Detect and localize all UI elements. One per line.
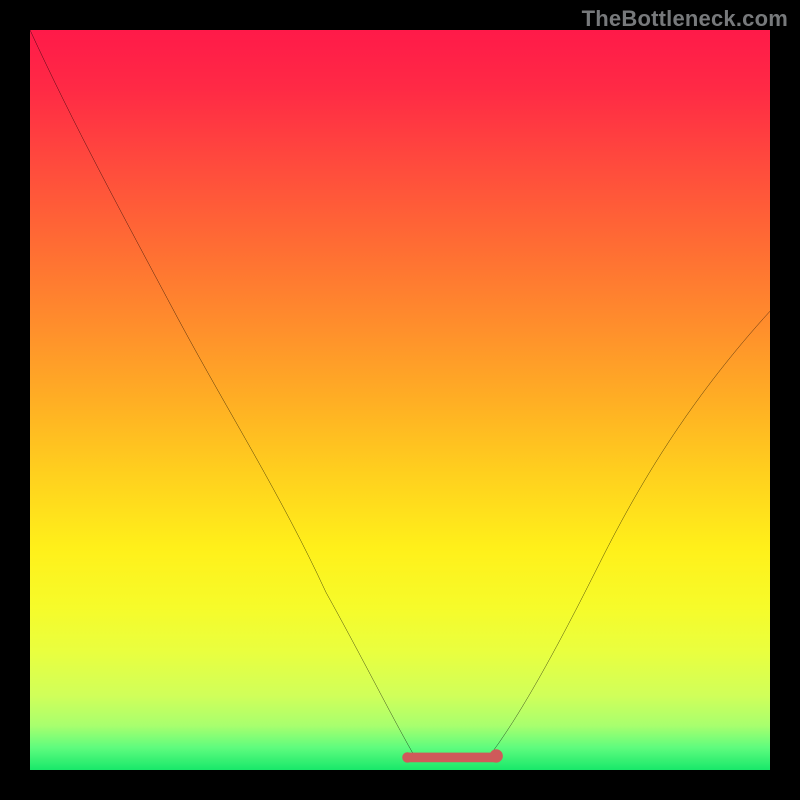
gradient-plot-area <box>30 30 770 770</box>
curve-overlay <box>30 30 770 770</box>
trough-marker-dot-left <box>402 752 412 762</box>
bottleneck-curve-right <box>489 311 770 756</box>
bottleneck-curve-left <box>30 30 415 757</box>
trough-marker-dot-right <box>490 749 503 762</box>
watermark-text: TheBottleneck.com <box>582 6 788 32</box>
chart-frame: TheBottleneck.com <box>0 0 800 800</box>
